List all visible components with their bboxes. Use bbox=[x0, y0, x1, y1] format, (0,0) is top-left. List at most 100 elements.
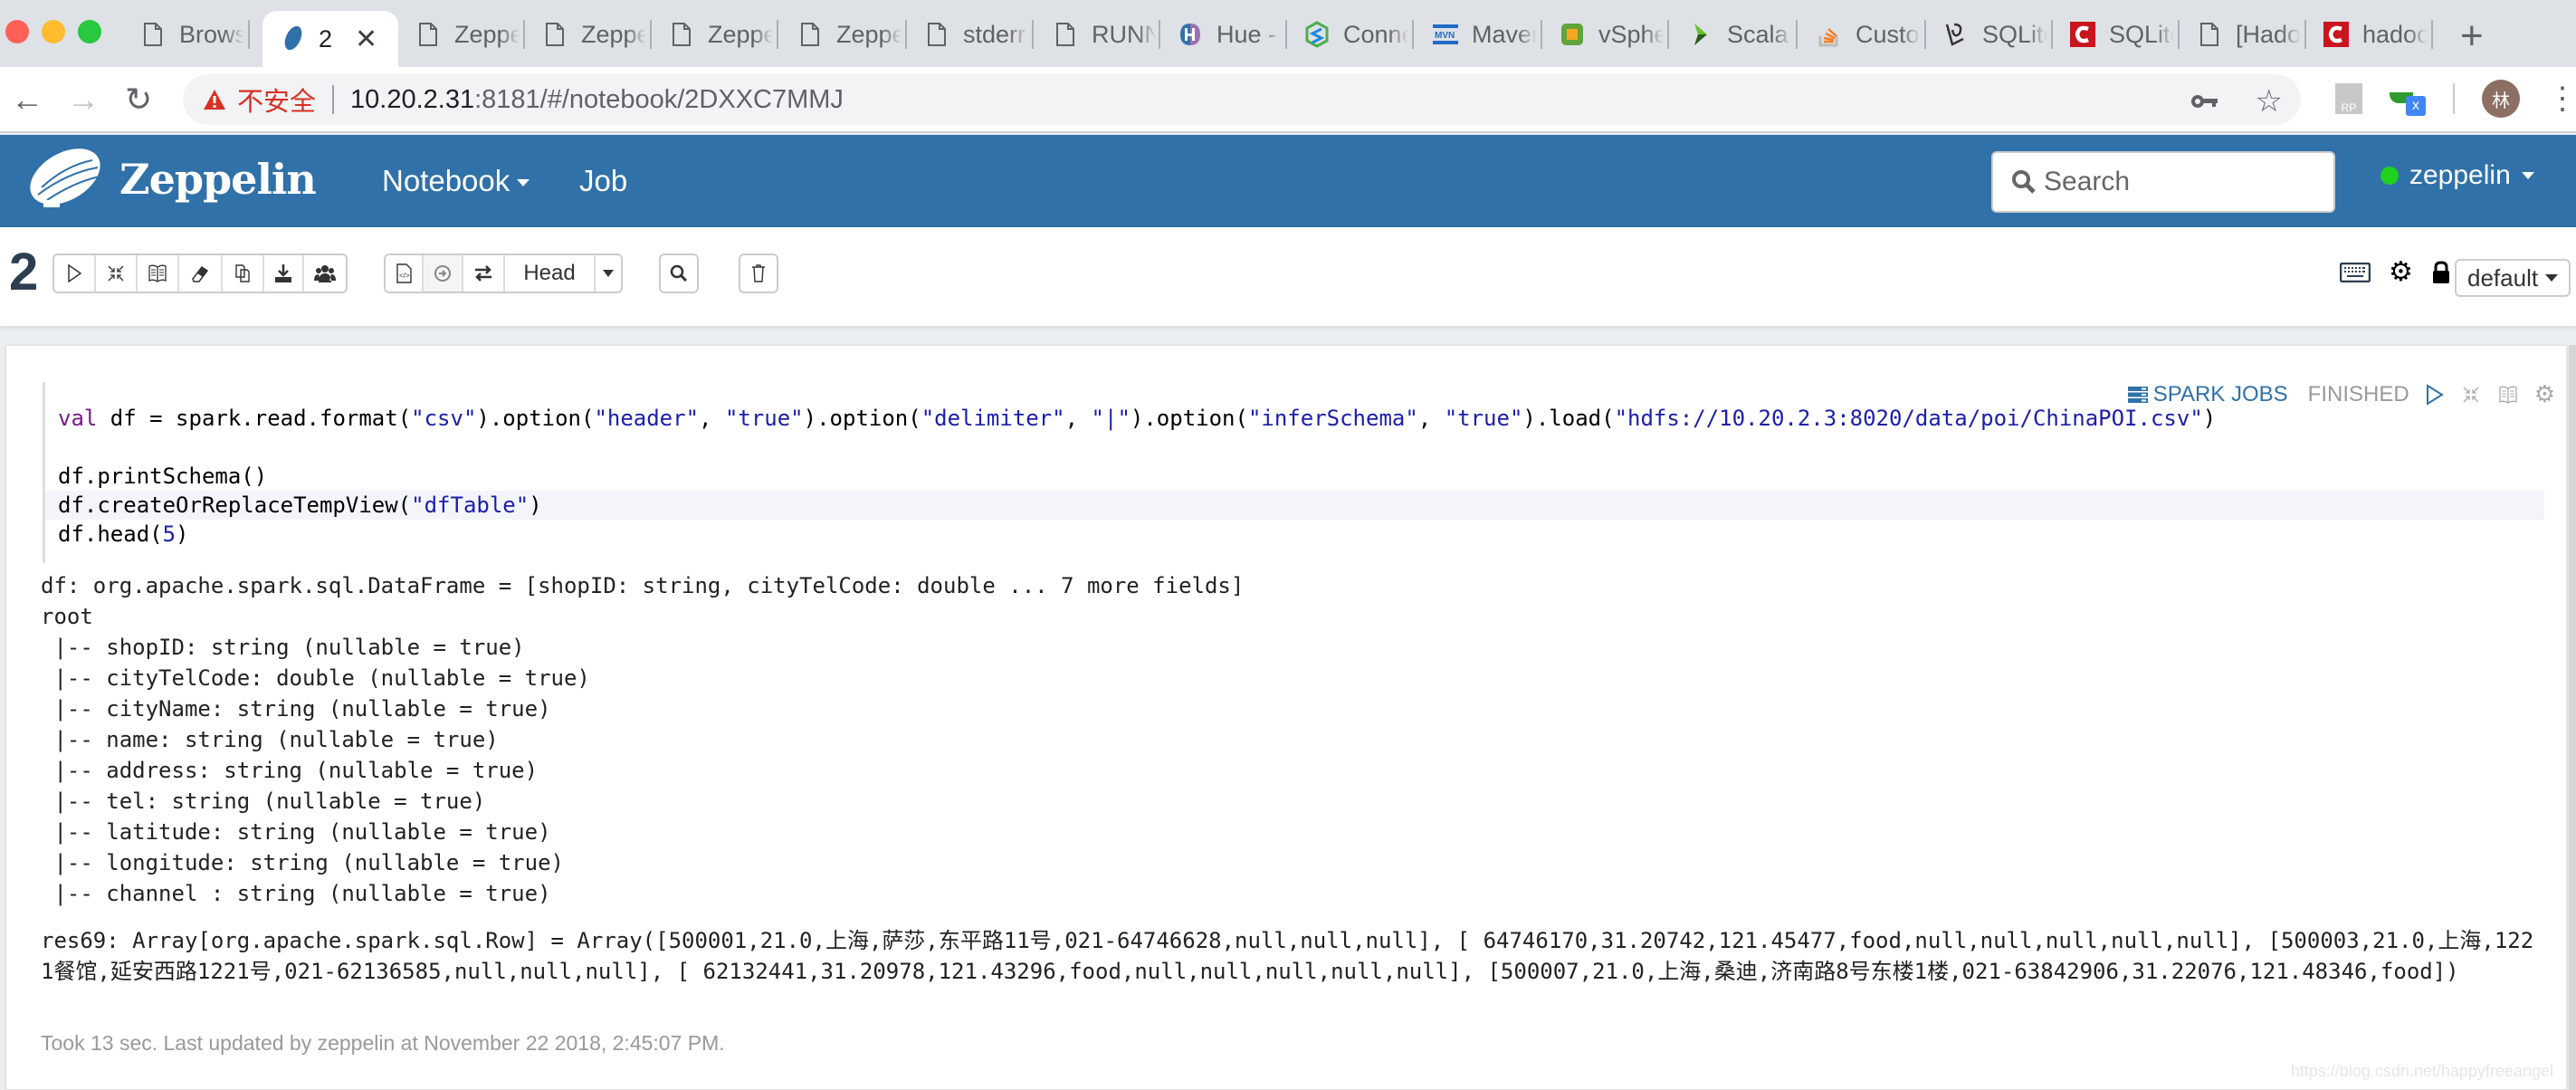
revision-dropdown-button[interactable] bbox=[596, 255, 621, 292]
code-string: "hdfs://10.20.2.3:8020/data/poi/ChinaPOI… bbox=[1614, 406, 2203, 431]
delete-note-button[interactable] bbox=[740, 255, 777, 292]
browser-tab[interactable]: Hue - bbox=[1160, 11, 1287, 58]
interpreter-binding-select[interactable]: default bbox=[2455, 259, 2571, 297]
forward-arrow-icon[interactable]: → bbox=[67, 81, 100, 118]
profile-avatar[interactable]: 林 bbox=[2482, 80, 2520, 118]
zeppelin-brand[interactable]: Zeppelin bbox=[119, 155, 317, 204]
paragraph-footer: Took 13 sec. Last updated by zeppelin at… bbox=[41, 1031, 725, 1055]
tab-title: Connect bbox=[1343, 20, 1408, 48]
schema-root-line: root bbox=[41, 604, 93, 629]
tab-separator bbox=[1032, 20, 1034, 49]
browser-tab[interactable]: SQLite bbox=[2053, 11, 2180, 58]
back-arrow-icon[interactable]: ← bbox=[11, 81, 43, 118]
export-note-button[interactable] bbox=[264, 255, 304, 292]
maven-icon: MVN bbox=[1432, 21, 1459, 48]
zeppelin-logo-icon[interactable] bbox=[11, 148, 105, 211]
svg-text:MVN: MVN bbox=[1435, 31, 1455, 41]
browser-tab[interactable]: Connect bbox=[1287, 11, 1414, 58]
code-string: "dfTable" bbox=[411, 492, 530, 518]
browser-tab[interactable]: [Hadoop bbox=[2180, 11, 2306, 58]
browser-tab[interactable]: stderr bbox=[907, 11, 1034, 58]
schema-field-line: |-- tel: string (nullable = true) bbox=[41, 789, 486, 814]
glasses-extension-icon[interactable]: x bbox=[2390, 83, 2426, 116]
settings-gear-icon[interactable]: ⚙ bbox=[2389, 256, 2413, 288]
search-code-button[interactable] bbox=[661, 255, 697, 292]
code-text: df.createOrReplaceTempView( bbox=[58, 492, 412, 518]
tab-title: Maven bbox=[1472, 20, 1537, 48]
bookmark-star-icon[interactable]: ☆ bbox=[2256, 83, 2283, 120]
revision-head-button[interactable]: Head bbox=[505, 255, 596, 292]
csdn-icon bbox=[2069, 21, 2096, 48]
browser-tab[interactable]: hadoop bbox=[2306, 11, 2433, 58]
browser-tab[interactable]: vSphere bbox=[1542, 11, 1669, 58]
code-editor[interactable]: val df = spark.read.format("csv").option… bbox=[43, 382, 2544, 563]
browser-tab-strip: Browse2✕ZeppelinZeppelinZeppelinZeppelin… bbox=[0, 0, 2576, 67]
browser-tab[interactable]: Zeppelin bbox=[780, 11, 907, 58]
code-text: ).option( bbox=[476, 406, 595, 431]
tab-separator bbox=[248, 20, 250, 49]
toggle-code-button[interactable] bbox=[96, 255, 138, 292]
key-icon[interactable] bbox=[2190, 92, 2219, 110]
run-all-button[interactable] bbox=[54, 255, 96, 292]
eraser-icon bbox=[192, 265, 209, 282]
stackoverflow-icon bbox=[1816, 21, 1843, 48]
reload-icon[interactable]: ↻ bbox=[125, 81, 152, 118]
rp-extension-icon[interactable]: RP bbox=[2335, 83, 2362, 114]
page-icon bbox=[415, 21, 442, 48]
vsphere-icon bbox=[1559, 21, 1586, 48]
minimize-window-button[interactable] bbox=[42, 20, 65, 43]
svg-text:</>: </> bbox=[399, 272, 410, 280]
browser-tab[interactable]: SQLite bbox=[1926, 11, 2053, 58]
clear-output-button[interactable] bbox=[179, 255, 223, 292]
address-bar[interactable]: 不安全 10.20.2.31:8181/#/notebook/2DXXC7MMJ… bbox=[183, 74, 2301, 125]
warning-icon bbox=[204, 90, 225, 110]
code-text: ) bbox=[176, 521, 189, 547]
watermark: https://blog.csdn.net/happyfreeangel bbox=[2290, 1062, 2553, 1080]
page-icon bbox=[668, 21, 695, 48]
download-icon bbox=[275, 264, 291, 282]
code-string: "true" bbox=[724, 406, 804, 431]
browser-tab[interactable]: Browse bbox=[123, 11, 250, 58]
lock-icon[interactable] bbox=[2431, 260, 2451, 284]
version-control-button[interactable]: </> bbox=[386, 255, 424, 292]
search-input[interactable] bbox=[2044, 167, 2315, 197]
close-tab-icon[interactable]: ✕ bbox=[355, 24, 377, 55]
browser-tab[interactable]: MVN Maven bbox=[1416, 11, 1542, 58]
browser-tab[interactable]: 2 ✕ bbox=[262, 11, 398, 67]
code-text: , bbox=[699, 406, 725, 431]
users-icon bbox=[314, 265, 336, 282]
schema-field-line: |-- longitude: string (nullable = true) bbox=[41, 850, 564, 875]
code-text: df = spark.read.format( bbox=[97, 406, 412, 431]
page-scrollbar[interactable] bbox=[2569, 345, 2576, 1090]
maximize-window-button[interactable] bbox=[78, 20, 101, 43]
nav-notebook-dropdown[interactable]: Notebook bbox=[382, 164, 530, 198]
collaboration-button[interactable] bbox=[304, 255, 346, 292]
menu-kebab-icon[interactable]: ⋮ bbox=[2547, 83, 2576, 114]
browser-tab[interactable]: Zeppelin bbox=[525, 11, 652, 58]
caret-down-icon bbox=[603, 270, 614, 277]
code-line-active: df.createOrReplaceTempView("dfTable") bbox=[45, 491, 2544, 520]
keyboard-shortcut-icon[interactable] bbox=[2340, 262, 2371, 282]
notebook-title[interactable]: 2 bbox=[9, 242, 38, 302]
compare-revisions-button[interactable] bbox=[463, 255, 505, 292]
browser-tab[interactable]: Zeppelin bbox=[398, 11, 525, 58]
clone-note-button[interactable] bbox=[223, 255, 264, 292]
tab-separator bbox=[2431, 20, 2433, 49]
user-menu[interactable]: zeppelin bbox=[2380, 160, 2534, 191]
nav-notebook-label: Notebook bbox=[382, 164, 510, 197]
new-tab-button[interactable]: + bbox=[2460, 16, 2484, 56]
search-box[interactable] bbox=[1991, 151, 2335, 213]
browser-tab[interactable]: Custom bbox=[1799, 11, 1926, 58]
code-string: "delimiter" bbox=[921, 406, 1065, 431]
nav-job[interactable]: Job bbox=[579, 164, 627, 198]
browser-tab[interactable]: Zeppelin bbox=[652, 11, 778, 58]
close-window-button[interactable] bbox=[5, 20, 29, 43]
code-string: "true" bbox=[1444, 406, 1523, 431]
tab-title: Scala bbox=[1727, 20, 1789, 48]
schema-field-line: |-- cityName: string (nullable = true) bbox=[41, 696, 551, 722]
notebook-action-bar: 2 </> Head ⚙ bbox=[0, 227, 2576, 327]
browser-tab[interactable]: Scala bbox=[1671, 11, 1798, 58]
browser-tab[interactable]: RUNNING bbox=[1035, 11, 1160, 58]
commit-button[interactable] bbox=[424, 255, 463, 292]
toggle-output-button[interactable] bbox=[138, 255, 179, 292]
